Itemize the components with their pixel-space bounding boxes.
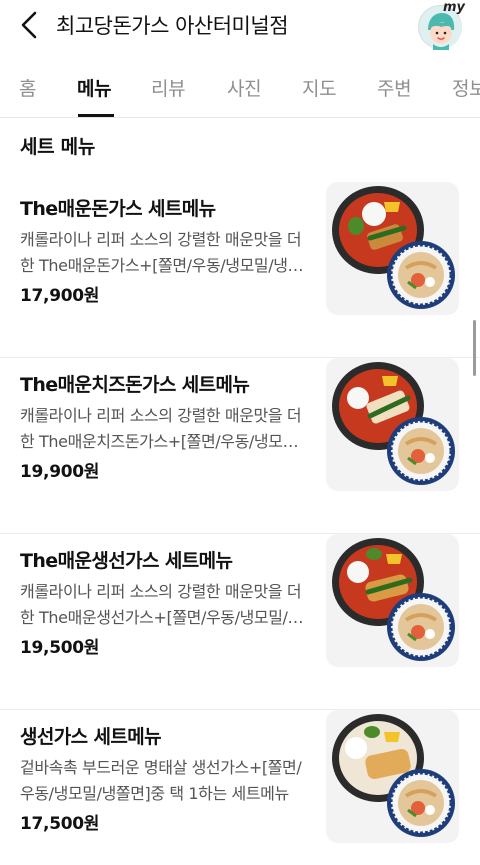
menu-item-name: 생선가스 세트메뉴 <box>20 726 162 748</box>
app-header: 최고당돈가스 아산터미널점 my <box>0 0 480 52</box>
tab-info[interactable]: 정보 <box>452 74 480 101</box>
menu-item[interactable]: 생선가스 세트메뉴 겉바속촉 부드러운 명태살 생선가스+[쫄면/우동/냉모밀/… <box>0 710 480 865</box>
tonkatsu-set-photo-icon <box>326 182 459 315</box>
profile-avatar[interactable]: my <box>418 0 465 50</box>
tab-reviews[interactable]: 리뷰 <box>151 74 186 101</box>
tab-map[interactable]: 지도 <box>302 74 337 101</box>
menu-item-photo[interactable] <box>326 182 459 315</box>
menu-item-description: 겉바속촉 부드러운 명태살 생선가스+[쫄면/우동/냉모밀/냉쫄면]중 택 1하… <box>20 758 302 803</box>
tab-menu[interactable]: 메뉴 <box>77 74 112 101</box>
store-title: 최고당돈가스 아산터미널점 <box>56 14 289 38</box>
tab-home[interactable]: 홈 <box>19 74 36 101</box>
fish-cutlet-plain-set-photo-icon <box>326 710 459 843</box>
scrollbar-thumb[interactable] <box>473 320 476 376</box>
menu-item-name: The매운생선가스 세트메뉴 <box>20 550 233 572</box>
menu-item-description: 캐롤라이나 리퍼 소스의 강렬한 매운맛을 더한 The매운생선가스+[쫄면/우… <box>20 582 302 627</box>
menu-item-price: 19,900원 <box>20 462 100 482</box>
tab-nearby[interactable]: 주변 <box>377 74 412 101</box>
back-button[interactable] <box>14 8 44 42</box>
menu-item-name: The매운돈가스 세트메뉴 <box>20 198 216 220</box>
menu-item-description: 캐롤라이나 리퍼 소스의 강렬한 매운맛을 더한 The매운돈가스+[쫄면/우동… <box>20 230 302 275</box>
active-tab-indicator <box>78 114 114 117</box>
menu-item-photo[interactable] <box>326 358 459 491</box>
menu-item-price: 19,500원 <box>20 638 100 658</box>
menu-item[interactable]: The매운치즈돈가스 세트메뉴 캐롤라이나 리퍼 소스의 강렬한 매운맛을 더한… <box>0 358 480 534</box>
section-title: 세트 메뉴 <box>20 136 96 158</box>
chevron-left-icon <box>21 11 37 39</box>
menu-item[interactable]: The매운생선가스 세트메뉴 캐롤라이나 리퍼 소스의 강렬한 매운맛을 더한 … <box>0 534 480 710</box>
menu-item-description: 캐롤라이나 리퍼 소스의 강렬한 매운맛을 더한 The매운치즈돈가스+[쫄면/… <box>20 406 302 451</box>
menu-item[interactable]: The매운돈가스 세트메뉴 캐롤라이나 리퍼 소스의 강렬한 매운맛을 더한 T… <box>0 182 480 358</box>
menu-item-photo[interactable] <box>326 534 459 667</box>
avatar-my-label: my <box>442 0 465 15</box>
cheese-tonkatsu-set-photo-icon <box>326 358 459 491</box>
menu-item-name: The매운치즈돈가스 세트메뉴 <box>20 374 250 396</box>
fish-cutlet-set-photo-icon <box>326 534 459 667</box>
tab-bar: 홈 메뉴 리뷰 사진 지도 주변 정보 <box>0 62 480 118</box>
tab-photos[interactable]: 사진 <box>227 74 262 101</box>
menu-item-price: 17,900원 <box>20 286 100 306</box>
menu-item-photo[interactable] <box>326 710 459 843</box>
menu-item-price: 17,500원 <box>20 814 100 834</box>
